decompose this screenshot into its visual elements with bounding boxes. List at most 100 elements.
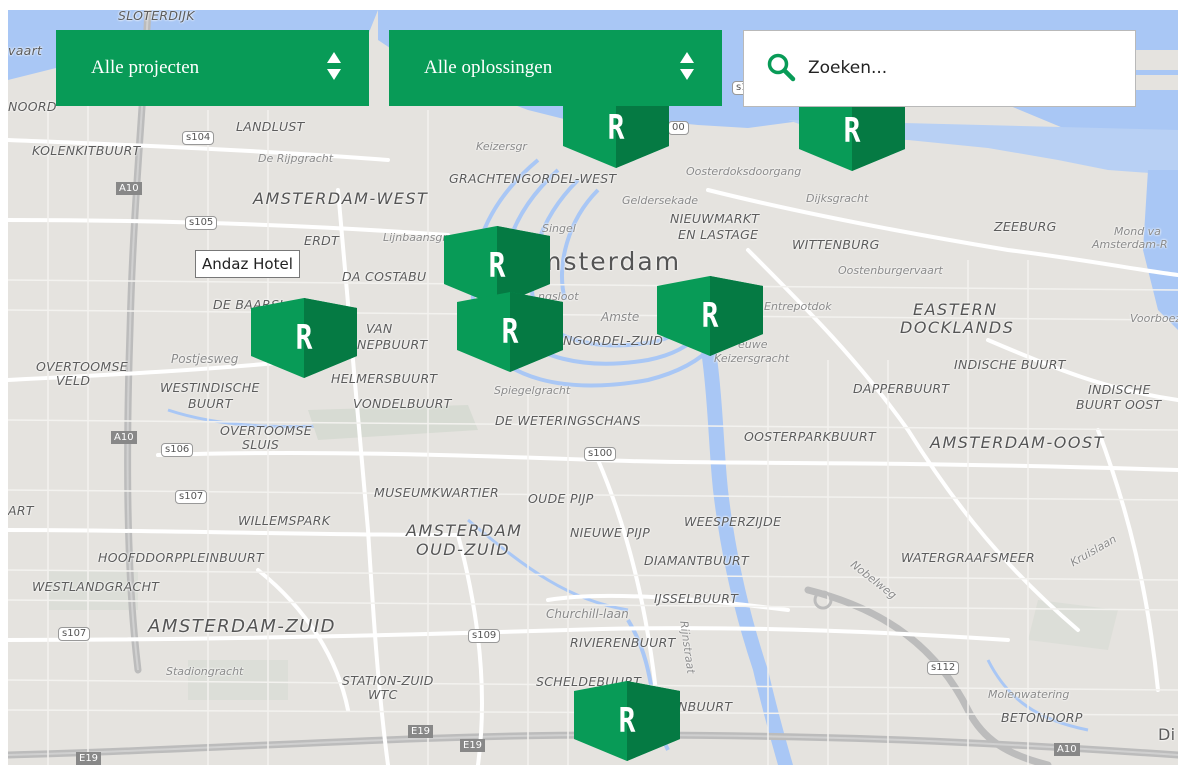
label-amsterdam-r: Amsterdam-R: [1092, 238, 1168, 251]
label-art: ART: [8, 503, 34, 518]
label-amsterdam-west: AMSTERDAM-WEST: [253, 189, 429, 208]
label-spiegelgracht: Spiegelgracht: [494, 384, 571, 397]
label-overtoomse-sluis-2: SLUIS: [242, 437, 280, 452]
label-amsterdam-zuid: AMSTERDAM-ZUID: [148, 616, 337, 637]
label-oosterdoksdoorgang: Oosterdoksdoorgang: [686, 165, 802, 178]
highway-e19-b: E19: [460, 739, 486, 752]
label-indische-oost-2: BUURT OOST: [1076, 397, 1162, 412]
label-oosterparkbuurt: OOSTERPARKBUURT: [744, 429, 876, 444]
label-landlust: LANDLUST: [236, 119, 305, 134]
label-amsterdam-oudzuid-1: AMSTERDAM: [406, 521, 523, 540]
select-arrows-icon: [327, 52, 341, 80]
label-hoofddorppleinbuurt: HOOFDDORPPLEINBUURT: [98, 550, 264, 565]
label-docklands: DOCKLANDS: [900, 318, 1015, 337]
marker-tooltip: Andaz Hotel: [195, 250, 300, 278]
label-overtoomse-veld-1: OVERTOOMSE: [36, 359, 128, 374]
label-watergraafsmeer: WATERGRAAFSMEER: [901, 550, 1035, 565]
label-westlandgracht: WESTLANDGRACHT: [32, 579, 160, 594]
marker-letter: R: [501, 312, 519, 352]
road-shield-s105: s105: [185, 216, 218, 230]
project-marker[interactable]: R: [251, 298, 357, 378]
select-arrows-icon: [680, 52, 694, 80]
highway-a10-southeast: A10: [1054, 743, 1080, 756]
label-kolenkitbuurt: KOLENKITBUURT: [32, 143, 141, 158]
label-noord: NOORD: [8, 99, 57, 114]
label-nieuwe-pijp: NIEUWE PIJP: [570, 525, 651, 540]
search-input[interactable]: [808, 51, 1108, 85]
label-westindische: WESTINDISCHE: [160, 380, 260, 395]
solutions-filter-label: Alle oplossingen: [424, 57, 553, 78]
label-eastern: EASTERN: [913, 300, 998, 319]
label-westindische-buurt: BUURT: [188, 396, 233, 411]
label-dapperbuurt: DAPPERBUURT: [853, 381, 950, 396]
label-diamantbuurt: DIAMANTBUURT: [644, 553, 749, 568]
road-shield-s109: s109: [468, 629, 501, 643]
label-en-lastage: EN LASTAGE: [678, 227, 759, 242]
road-shield-s100: s100: [584, 447, 617, 461]
label-sloterdijk: SLOTERDIJK: [118, 10, 195, 23]
label-entrepotdok: Entrepotdok: [764, 300, 832, 313]
label-amsterdam-oudzuid-2: OUD-ZUID: [416, 540, 511, 559]
label-da-costabuurt: DA COSTABU: [342, 269, 427, 284]
label-nbuurt: NBUURT: [678, 699, 733, 714]
label-ijsselbuurt: IJSSELBUURT: [654, 591, 739, 606]
label-postjesweg: Postjesweg: [171, 352, 239, 366]
highway-a10-north: A10: [116, 182, 142, 195]
label-voorboeze: Voorboeze: [1130, 312, 1178, 325]
search-box[interactable]: [743, 30, 1136, 107]
solutions-filter-select[interactable]: Alle oplossingen: [389, 30, 722, 106]
label-nepbuurt: NEPBUURT: [357, 337, 428, 352]
road-shield-s107-west: s107: [58, 627, 91, 641]
road-shield-s104: s104: [182, 131, 215, 145]
label-indische-buurt: INDISCHE BUURT: [954, 357, 1066, 372]
label-stadiongracht: Stadiongracht: [166, 665, 244, 678]
label-keizersgracht-top: Keizersgr: [476, 140, 527, 153]
road-shield-s107: s107: [175, 490, 208, 504]
road-shield-00: 00: [668, 121, 689, 135]
label-indische-oost-1: INDISCHE: [1088, 382, 1151, 397]
label-zeeburg: ZEEBURG: [994, 219, 1057, 234]
label-oostenburgervaart: Oostenburgervaart: [838, 264, 943, 277]
label-molenwatering: Molenwatering: [988, 688, 1070, 701]
marker-letter: R: [618, 701, 636, 741]
label-station-zuid-1: STATION-ZUID: [342, 673, 434, 688]
project-marker[interactable]: R: [574, 681, 680, 761]
label-weesperzijde: WEESPERZIJDE: [684, 514, 782, 529]
search-icon: [767, 53, 796, 82]
label-rivierenbuurt: RIVIERENBUURT: [570, 635, 676, 650]
highway-a10-west: A10: [111, 431, 137, 444]
label-dijksgracht: Dijksgracht: [806, 192, 869, 205]
label-vondelbuurt: VONDELBUURT: [353, 396, 452, 411]
label-amstel: Amste: [601, 310, 640, 324]
label-oude-pijp: OUDE PIJP: [528, 491, 594, 506]
label-willemspark: WILLEMSPARK: [238, 513, 331, 528]
label-overtoomse-sluis-1: OVERTOOMSE: [220, 423, 312, 438]
highway-e19-a: E19: [408, 725, 434, 738]
label-van: VAN: [366, 321, 393, 336]
label-wittenburg: WITTENBURG: [792, 237, 880, 252]
label-betondorp: BETONDORP: [1001, 710, 1083, 725]
projects-filter-select[interactable]: Alle projecten: [56, 30, 369, 106]
label-churchill-laan: Churchill-laan: [546, 607, 629, 621]
label-station-zuid-2: WTC: [368, 687, 398, 702]
projects-filter-label: Alle projecten: [91, 57, 200, 78]
label-amsterdam-oost: AMSTERDAM-OOST: [930, 433, 1105, 452]
label-mond-van: Mond va: [1114, 225, 1161, 238]
project-marker[interactable]: R: [457, 292, 563, 372]
label-nieuwmarkt: NIEUWMARKT: [670, 211, 760, 226]
project-marker[interactable]: R: [657, 276, 763, 356]
label-vaart: vaart: [8, 43, 43, 58]
marker-letter: R: [701, 296, 719, 336]
label-geldersekade: Geldersekade: [622, 194, 698, 207]
marker-letter: R: [295, 318, 313, 358]
road-shield-s106: s106: [161, 443, 194, 457]
label-grachtengordel-west: GRACHTENGORDEL-WEST: [449, 171, 617, 186]
label-erdt: ERDT: [304, 233, 340, 248]
label-museumkwartier: MUSEUMKWARTIER: [374, 485, 499, 500]
label-di: Di: [1158, 725, 1176, 744]
label-de-weteringschans: DE WETERINGSCHANS: [495, 413, 641, 428]
road-shield-s112: s112: [927, 661, 960, 675]
label-rijpgracht: De Rijpgracht: [258, 152, 334, 165]
highway-e19-c: E19: [76, 752, 102, 765]
label-grachtengordel-zuid: NGORDEL-ZUID: [563, 333, 664, 348]
